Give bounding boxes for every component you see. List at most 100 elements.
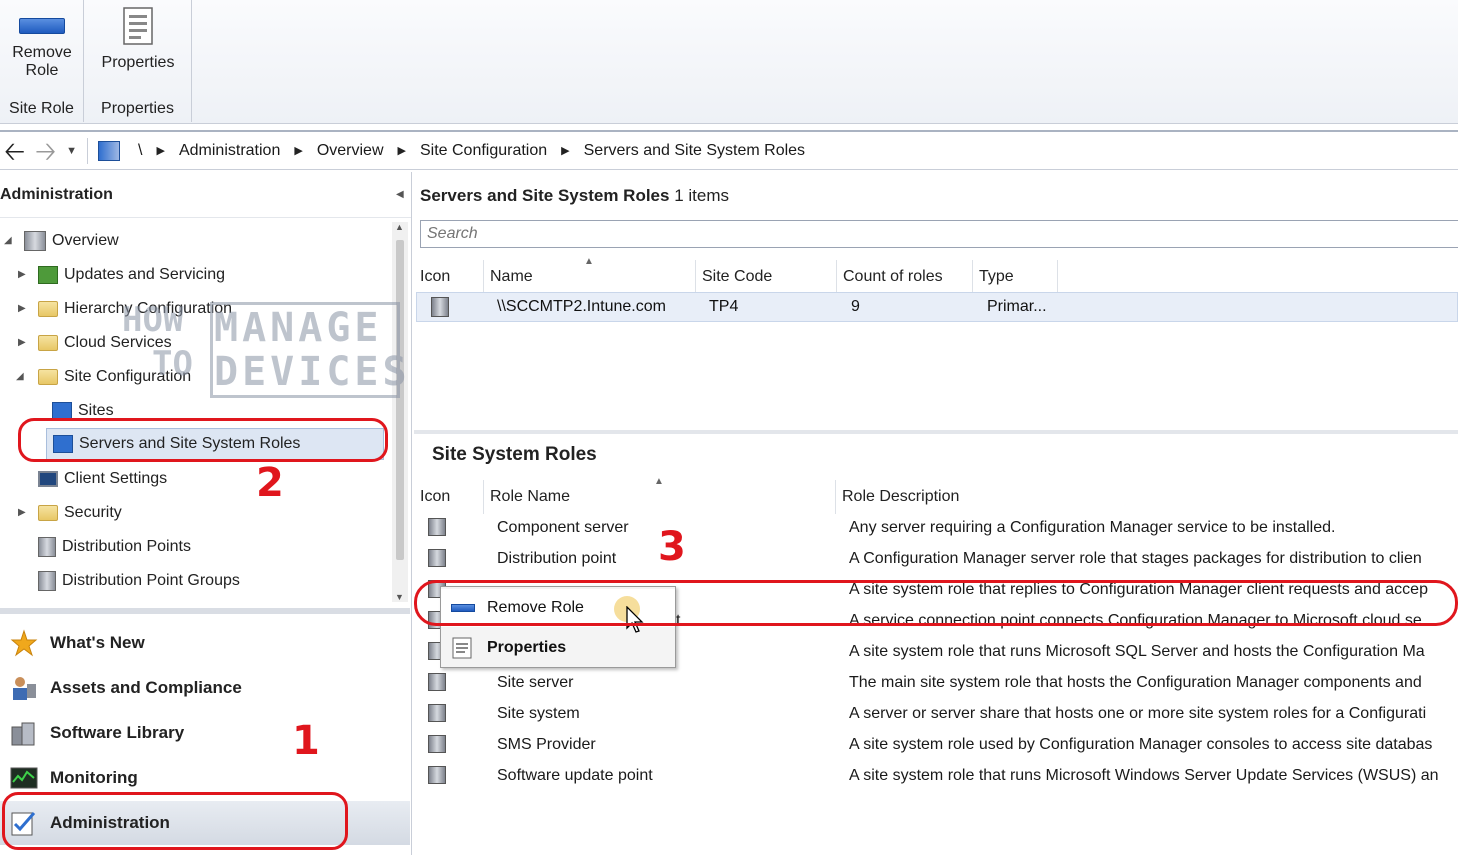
tree-item-distribution-points[interactable]: Distribution Points xyxy=(0,532,191,562)
server-type: Primar... xyxy=(987,298,1047,315)
tree-item-distribution-point-groups[interactable]: Distribution Point Groups xyxy=(0,566,240,596)
tree-item-overview[interactable]: ◢ Overview xyxy=(0,226,119,256)
updates-icon xyxy=(38,265,58,284)
list-title: Servers and Site System Roles 1 items xyxy=(420,186,729,205)
site-role-icon xyxy=(428,766,446,784)
annotation-number-2: 2 xyxy=(256,460,284,506)
column-header-icon[interactable]: Icon xyxy=(414,260,484,294)
folder-icon xyxy=(38,300,58,317)
expand-arrow-icon[interactable]: ▶ xyxy=(18,328,26,358)
expand-arrow-icon[interactable]: ▶ xyxy=(18,260,26,290)
navigation-pane: Administration ◀ ◢ Overview ▶ Updates an… xyxy=(0,172,412,855)
breadcrumb-chevron-icon[interactable]: ▶ xyxy=(561,144,569,157)
monitoring-icon xyxy=(10,767,38,789)
column-header-count-of-roles[interactable]: Count of roles xyxy=(837,260,973,294)
remove-role-button[interactable]: Remove Role xyxy=(0,4,84,80)
collapse-arrow-icon[interactable]: ◢ xyxy=(4,226,12,256)
expand-arrow-icon[interactable]: ▶ xyxy=(18,294,26,324)
address-separator xyxy=(87,137,89,164)
history-dropdown-icon[interactable]: ▼ xyxy=(66,145,77,157)
workspace-whats-new[interactable]: What's New xyxy=(0,621,410,665)
tree-item-servers-and-site-system-roles[interactable]: Servers and Site System Roles xyxy=(46,428,384,460)
column-header-role-description[interactable]: Role Description xyxy=(836,480,1458,514)
scroll-down-arrow-icon[interactable]: ▼ xyxy=(395,592,404,602)
client-settings-icon xyxy=(38,470,58,487)
tree-item-sites[interactable]: Sites xyxy=(0,396,114,426)
sites-icon xyxy=(52,401,72,420)
console-root-icon[interactable] xyxy=(98,140,121,161)
list-item[interactable]: Software update point A site system role … xyxy=(414,760,1458,791)
scroll-up-arrow-icon[interactable]: ▲ xyxy=(395,222,404,232)
ribbon-group-label: Properties xyxy=(101,100,174,117)
forward-arrow-icon[interactable]: 🡢 xyxy=(35,138,56,164)
administration-icon xyxy=(11,812,36,836)
list-item[interactable]: Distribution point A Configuration Manage… xyxy=(414,543,1458,574)
folder-icon xyxy=(38,368,58,385)
list-item[interactable]: SMS Provider A site system role used by C… xyxy=(414,729,1458,760)
column-header-role-name[interactable]: Role Name xyxy=(484,480,836,514)
server-name: \\SCCMTP2.Intune.com xyxy=(497,298,666,315)
workspace-monitoring[interactable]: Monitoring xyxy=(0,756,410,800)
breadcrumb-chevron-icon[interactable]: ▶ xyxy=(157,144,165,157)
software-library-icon xyxy=(11,722,35,746)
roles-section-title: Site System Roles xyxy=(432,444,597,465)
tree-scrollbar[interactable]: ▲ ▼ xyxy=(392,222,408,602)
workspace-software-library[interactable]: Software Library xyxy=(0,711,410,755)
table-row[interactable]: \\SCCMTP2.Intune.com TP4 9 Primar... xyxy=(416,292,1458,322)
site-role-icon xyxy=(428,673,446,691)
distribution-point-icon xyxy=(38,536,56,557)
tree-item-site-configuration[interactable]: ◢ Site Configuration xyxy=(0,362,191,392)
tree-item-cloud-services[interactable]: ▶ Cloud Services xyxy=(0,328,172,358)
workspace-administration[interactable]: Administration xyxy=(0,801,410,845)
list-item[interactable]: Site server The main site system role tha… xyxy=(414,667,1458,698)
collapse-pane-icon[interactable]: ◀ xyxy=(396,172,404,218)
column-header-type[interactable]: Type xyxy=(973,260,1058,294)
properties-button[interactable]: Properties xyxy=(84,4,192,72)
context-menu-properties[interactable]: Properties xyxy=(441,629,675,667)
column-header-name[interactable]: Name xyxy=(484,260,696,294)
distribution-group-icon xyxy=(38,570,56,591)
breadcrumb-overview[interactable]: Overview xyxy=(317,142,384,160)
ribbon: Remove Role Site Role Properties Propert… xyxy=(0,0,1458,124)
assets-icon xyxy=(13,677,36,700)
annotation-number-1: 1 xyxy=(292,718,320,764)
expand-arrow-icon[interactable]: ▶ xyxy=(18,498,26,528)
breadcrumb-site-configuration[interactable]: Site Configuration xyxy=(420,142,547,160)
breadcrumb-administration[interactable]: Administration xyxy=(179,142,280,160)
tree-item-client-settings[interactable]: Client Settings xyxy=(0,464,167,494)
navigation-pane-header: Administration ◀ xyxy=(0,172,411,218)
pane-divider[interactable] xyxy=(414,430,1458,434)
properties-icon xyxy=(452,637,472,659)
site-role-icon xyxy=(428,735,446,753)
collapse-arrow-icon[interactable]: ◢ xyxy=(16,362,24,392)
tree-item-hierarchy-configuration[interactable]: ▶ Hierarchy Configuration xyxy=(0,294,232,324)
tree-item-security[interactable]: ▶ Security xyxy=(0,498,122,528)
tree-item-updates-and-servicing[interactable]: ▶ Updates and Servicing xyxy=(0,260,225,290)
star-icon xyxy=(10,629,38,657)
breadcrumb-root[interactable]: \ xyxy=(138,142,142,160)
site-code: TP4 xyxy=(709,298,739,315)
annotation-number-3: 3 xyxy=(658,524,686,570)
pane-splitter[interactable] xyxy=(0,608,410,614)
breadcrumb-servers-roles[interactable]: Servers and Site System Roles xyxy=(584,142,805,160)
workspace-assets-and-compliance[interactable]: Assets and Compliance xyxy=(0,666,410,710)
breadcrumb-chevron-icon[interactable]: ▶ xyxy=(294,144,302,157)
folder-icon xyxy=(38,504,58,521)
count-of-roles: 9 xyxy=(851,298,860,315)
overview-icon xyxy=(24,230,46,251)
site-role-icon xyxy=(428,518,446,536)
list-item[interactable]: Site system A server or server share that… xyxy=(414,698,1458,729)
column-header-site-code[interactable]: Site Code xyxy=(696,260,837,294)
back-arrow-icon[interactable]: 🡠 xyxy=(4,138,25,164)
details-pane: Servers and Site System Roles 1 items ▲ … xyxy=(414,172,1458,855)
search-input[interactable] xyxy=(420,220,1458,248)
server-icon xyxy=(431,297,449,317)
remove-role-icon xyxy=(19,18,65,34)
breadcrumb-chevron-icon[interactable]: ▶ xyxy=(398,144,406,157)
list-item[interactable]: Component server Any server requiring a C… xyxy=(414,512,1458,543)
scrollbar-thumb[interactable] xyxy=(396,240,404,560)
properties-icon xyxy=(123,7,153,45)
address-bar: 🡠 🡢 ▼ \ ▶ Administration ▶ Overview ▶ Si… xyxy=(0,130,1458,170)
item-count: 1 items xyxy=(674,186,729,205)
column-header-icon[interactable]: Icon xyxy=(414,480,484,514)
